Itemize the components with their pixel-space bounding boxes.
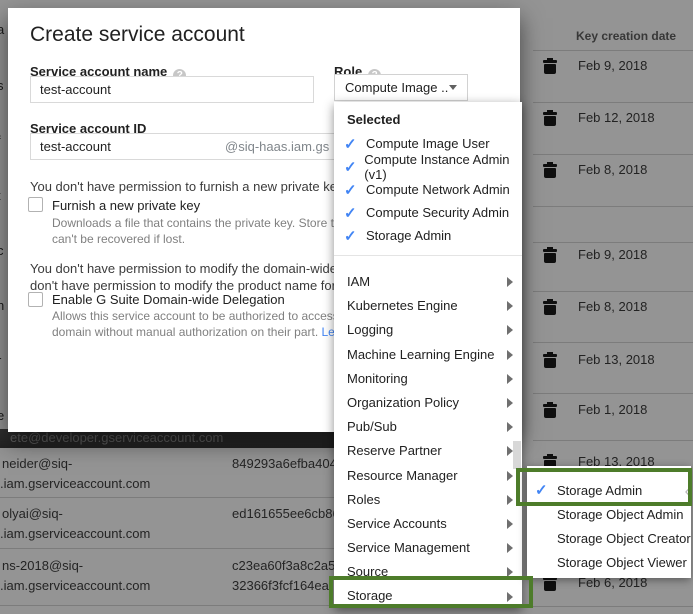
menu-item-label: Organization Policy [347,395,459,410]
submenu-arrow-icon [507,374,513,384]
selected-section-header: Selected [334,108,522,132]
menu-item-label: Storage Object Creator [557,531,691,546]
menu-item-label: Storage Object Viewer [557,555,687,570]
furnish-key-description: can't be recovered if lost. [52,232,185,246]
menu-category-machine-learning-engine[interactable]: Machine Learning Engine [334,343,522,367]
menu-category-monitoring[interactable]: Monitoring [334,367,522,391]
domain-permission-notice: don't have permission to modify the prod… [30,278,350,293]
submenu-arrow-icon [507,325,513,335]
menu-category-roles[interactable]: Roles [334,488,522,512]
submenu-arrow-icon [507,422,513,432]
menu-category-organization-policy[interactable]: Organization Policy [334,391,522,415]
description-text: domain without manual authorization on t… [52,325,318,339]
domain-permission-notice: You don't have permission to modify the … [30,261,348,276]
key-permission-notice: You don't have permission to furnish a n… [30,179,346,194]
gsuite-delegation-checkbox-label: Enable G Suite Domain-wide Delegation [52,292,285,307]
menu-category-reserve-partner[interactable]: Reserve Partner [334,439,522,463]
submenu-arrow-icon [507,495,513,505]
dialog-title: Create service account [30,23,245,47]
menu-scrollbar-thumb[interactable] [513,441,521,469]
menu-item-label: Storage Admin [366,228,451,243]
check-icon [344,227,366,245]
check-icon [344,158,364,176]
menu-item-label: Storage Object Admin [557,507,683,522]
menu-item-label: Resource Manager [347,468,458,483]
menu-item-label: Reserve Partner [347,443,442,458]
submenu-item-storage-object-viewer[interactable]: Storage Object Viewer [527,550,691,574]
furnish-key-checkbox-label: Furnish a new private key [52,198,200,213]
menu-item-compute-security-admin[interactable]: Compute Security Admin [334,201,522,224]
menu-item-label: Compute Image User [366,136,490,151]
check-icon [344,204,366,222]
menu-item-label: Compute Instance Admin (v1) [364,152,522,182]
submenu-arrow-icon [507,350,513,360]
menu-category-service-accounts[interactable]: Service Accounts [334,512,522,536]
menu-item-label: Logging [347,322,393,337]
menu-item-label: Monitoring [347,371,408,386]
account-id-domain-suffix: @siq-haas.iam.gs [225,134,329,159]
menu-item-label: IAM [347,274,370,289]
menu-category-iam[interactable]: IAM [334,270,522,294]
menu-item-label: Kubernetes Engine [347,298,458,313]
menu-item-label: Compute Security Admin [366,205,509,220]
screen: a s f t c n r e Key creation date Feb 9,… [0,0,693,614]
check-icon [344,135,366,153]
menu-item-storage-admin-selected[interactable]: Storage Admin [334,224,522,247]
menu-item-compute-network-admin[interactable]: Compute Network Admin [334,178,522,201]
dropdown-caret-icon [449,85,457,90]
menu-item-label: Roles [347,492,380,507]
menu-category-kubernetes-engine[interactable]: Kubernetes Engine [334,294,522,318]
gsuite-delegation-description: Allows this service account to be author… [52,309,354,323]
submenu-arrow-icon [507,277,513,287]
menu-category-pub-sub[interactable]: Pub/Sub [334,415,522,439]
annotation-box-storage-admin [516,468,692,506]
submenu-arrow-icon [507,301,513,311]
menu-category-logging[interactable]: Logging [334,318,522,342]
menu-item-compute-instance-admin[interactable]: Compute Instance Admin (v1) [334,155,522,178]
submenu-item-storage-object-creator[interactable]: Storage Object Creator [527,526,691,550]
menu-item-label: Pub/Sub [347,419,397,434]
submenu-arrow-icon [507,519,513,529]
input-value: test-account [40,82,111,97]
gsuite-delegation-description: domain without manual authorization on t… [52,325,352,339]
furnish-key-description: Downloads a file that contains the priva… [52,216,359,230]
role-dropdown-value: Compute Image ... [345,80,449,95]
role-menu: Selected Compute Image User Compute Inst… [334,102,522,608]
gsuite-delegation-checkbox[interactable] [28,292,43,307]
role-dropdown[interactable]: Compute Image ... [334,74,468,101]
service-account-name-input[interactable]: test-account [30,76,314,103]
annotation-box-storage-category [329,576,533,608]
input-value: test-account [40,139,111,154]
menu-item-label: Service Accounts [347,516,447,531]
menu-category-resource-manager[interactable]: Resource Manager [334,464,522,488]
menu-category-service-management[interactable]: Service Management [334,536,522,560]
menu-item-label: Machine Learning Engine [347,347,494,362]
submenu-arrow-icon [507,471,513,481]
menu-item-label: Service Management [347,540,470,555]
menu-item-label: Compute Network Admin [366,182,510,197]
check-icon [344,181,366,199]
furnish-key-checkbox[interactable] [28,197,43,212]
submenu-arrow-icon [507,398,513,408]
menu-divider [334,255,522,256]
submenu-arrow-icon [507,543,513,553]
